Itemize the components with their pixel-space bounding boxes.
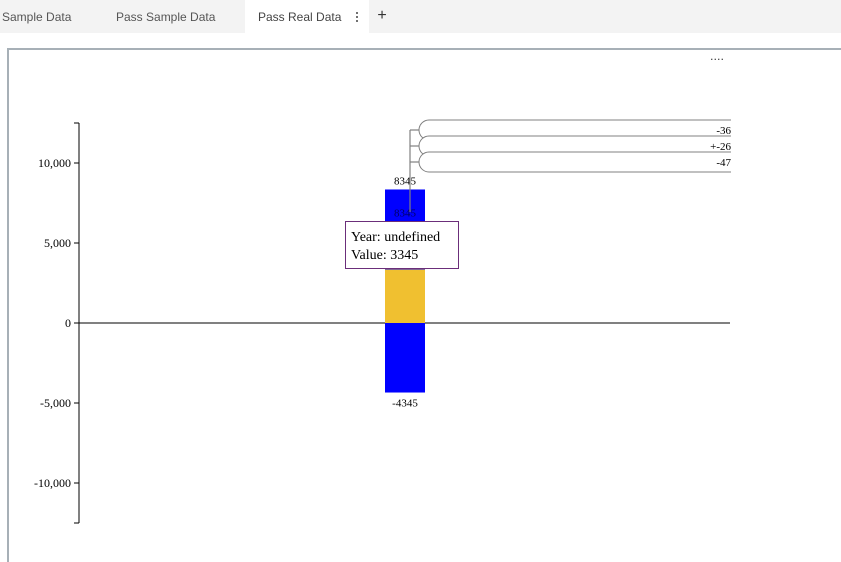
y-tick-label: -5,000 <box>40 396 71 410</box>
tooltip-value: Value: 3345 <box>351 248 418 263</box>
callout-label: +-26 <box>710 141 731 153</box>
bar-blue-negative <box>385 323 425 393</box>
bar-chart: 10,000 5,000 0 -5,000 -10,000 8345 -4345 8345 -3… <box>34 110 751 524</box>
bar-value-label: 8345 <box>394 175 417 187</box>
bar-yellow <box>385 269 425 323</box>
y-tick-label: 0 <box>65 316 71 330</box>
callout-label: -36 <box>716 125 731 137</box>
tooltip-year: Year: undefined <box>351 230 440 245</box>
callout-clip <box>731 110 751 175</box>
callout-label: -47 <box>716 157 731 169</box>
bar-inner-label: 8345 <box>394 207 417 219</box>
callout-box <box>418 151 750 173</box>
y-tick-label: -10,000 <box>34 476 71 490</box>
bar-value-label: -4345 <box>392 398 418 410</box>
y-tick-label: 5,000 <box>44 236 71 250</box>
y-tick-label: 10,000 <box>38 156 71 170</box>
